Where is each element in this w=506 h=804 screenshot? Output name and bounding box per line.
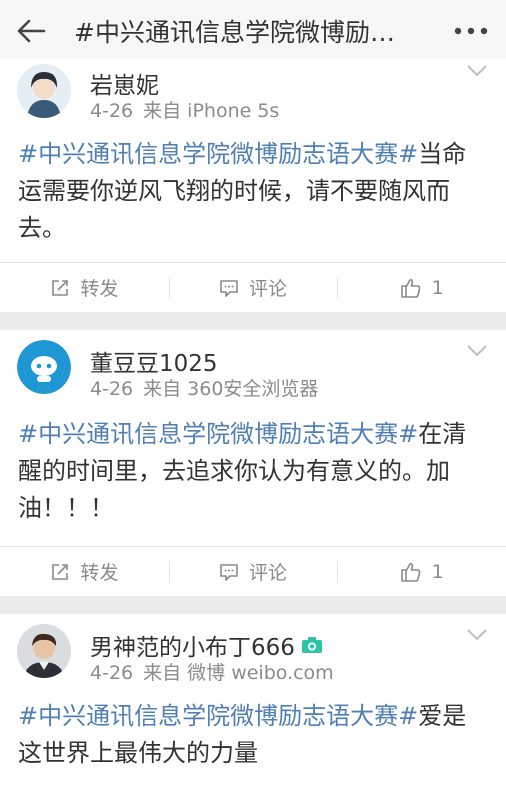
post-text: #中兴通讯信息学院微博励志语大赛#爱是这世界上最伟大的力量 <box>0 688 506 772</box>
username-text: 男神范的小布丁666 <box>90 635 295 661</box>
robot-avatar <box>17 340 71 394</box>
username[interactable]: 董豆豆1025 <box>90 344 218 378</box>
camera-icon <box>301 637 322 653</box>
repost-label: 转发 <box>80 278 119 300</box>
avatar[interactable] <box>17 624 71 678</box>
post-text: #中兴通讯信息学院微博励志语大赛#在清醒的时间里，去追求你认为有意义的。加油！！… <box>0 404 506 527</box>
comment-label: 评论 <box>249 562 288 584</box>
like-count: 1 <box>431 276 444 299</box>
repost-label: 转发 <box>80 562 119 584</box>
post-header: 男神范的小布丁666 4-26 来自 微博 weibo.com <box>0 614 506 688</box>
comment-icon <box>220 563 238 581</box>
divider <box>0 312 506 330</box>
comment-button[interactable]: 评论 <box>168 547 338 596</box>
topic-link[interactable]: #中兴通讯信息学院微博励志语大赛# <box>18 140 418 168</box>
like-count: 1 <box>431 560 444 583</box>
anime-boy-avatar <box>17 64 71 118</box>
chevron-down-icon[interactable] <box>466 344 488 358</box>
back-arrow-icon <box>17 19 46 42</box>
post-source: 来自 微博 weibo.com <box>143 662 334 684</box>
action-bar: 转发 评论 1 <box>0 546 506 596</box>
post-header: 董豆豆1025 4-26 来自 360安全浏览器 <box>0 330 506 404</box>
post-date: 4-26 <box>90 662 134 684</box>
post-meta: 4-26 来自 微博 weibo.com <box>90 658 334 685</box>
username[interactable]: 男神范的小布丁666 <box>90 628 323 662</box>
post-text: #中兴通讯信息学院微博励志语大赛#当命运需要你逆风飞翔的时候，请不要随风而去。 <box>0 133 506 247</box>
post-meta: 4-26 来自 360安全浏览器 <box>90 374 318 401</box>
more-dots-icon <box>454 27 488 34</box>
page-title: #中兴通讯信息学院微博励… <box>74 17 395 47</box>
post-meta: 4-26 来自 iPhone 5s <box>90 96 279 123</box>
comment-button[interactable]: 评论 <box>168 263 338 312</box>
more-button[interactable] <box>436 0 506 62</box>
post-date: 4-26 <box>90 378 134 400</box>
man-photo-avatar <box>17 624 71 678</box>
topic-link[interactable]: #中兴通讯信息学院微博励志语大赛# <box>18 420 418 448</box>
avatar[interactable] <box>17 340 71 394</box>
post-source: 来自 iPhone 5s <box>143 100 280 122</box>
comment-label: 评论 <box>249 278 288 300</box>
back-button[interactable] <box>0 0 62 62</box>
repost-icon <box>52 279 69 296</box>
thumbs-up-icon <box>400 278 421 298</box>
username[interactable]: 岩崽妮 <box>90 66 159 100</box>
action-bar: 转发 评论 1 <box>0 262 506 312</box>
top-bar: #中兴通讯信息学院微博励… <box>0 0 506 62</box>
comment-icon <box>220 279 238 297</box>
post-card[interactable]: 董豆豆1025 4-26 来自 360安全浏览器 #中兴通讯信息学院微博励志语大赛… <box>0 330 506 596</box>
like-button[interactable]: 1 <box>337 263 506 312</box>
post-date: 4-26 <box>90 100 134 122</box>
like-button[interactable]: 1 <box>337 547 506 596</box>
repost-button[interactable]: 转发 <box>0 263 169 312</box>
thumbs-up-icon <box>400 562 421 582</box>
chevron-down-icon[interactable] <box>466 628 488 642</box>
divider <box>0 596 506 614</box>
post-card[interactable]: 男神范的小布丁666 4-26 来自 微博 weibo.com #中兴通讯信息学院… <box>0 614 506 804</box>
post-card[interactable]: 岩崽妮 4-26 来自 iPhone 5s #中兴通讯信息学院微博励志语大赛#当命… <box>0 59 506 312</box>
topic-link[interactable]: #中兴通讯信息学院微博励志语大赛# <box>18 702 418 730</box>
repost-icon <box>52 563 69 580</box>
chevron-down-icon[interactable] <box>466 64 488 78</box>
repost-button[interactable]: 转发 <box>0 547 169 596</box>
post-header: 岩崽妮 4-26 来自 iPhone 5s <box>0 59 506 133</box>
post-source: 来自 360安全浏览器 <box>143 378 319 400</box>
avatar[interactable] <box>17 64 71 118</box>
feed: 岩崽妮 4-26 来自 iPhone 5s #中兴通讯信息学院微博励志语大赛#当命… <box>0 59 506 804</box>
